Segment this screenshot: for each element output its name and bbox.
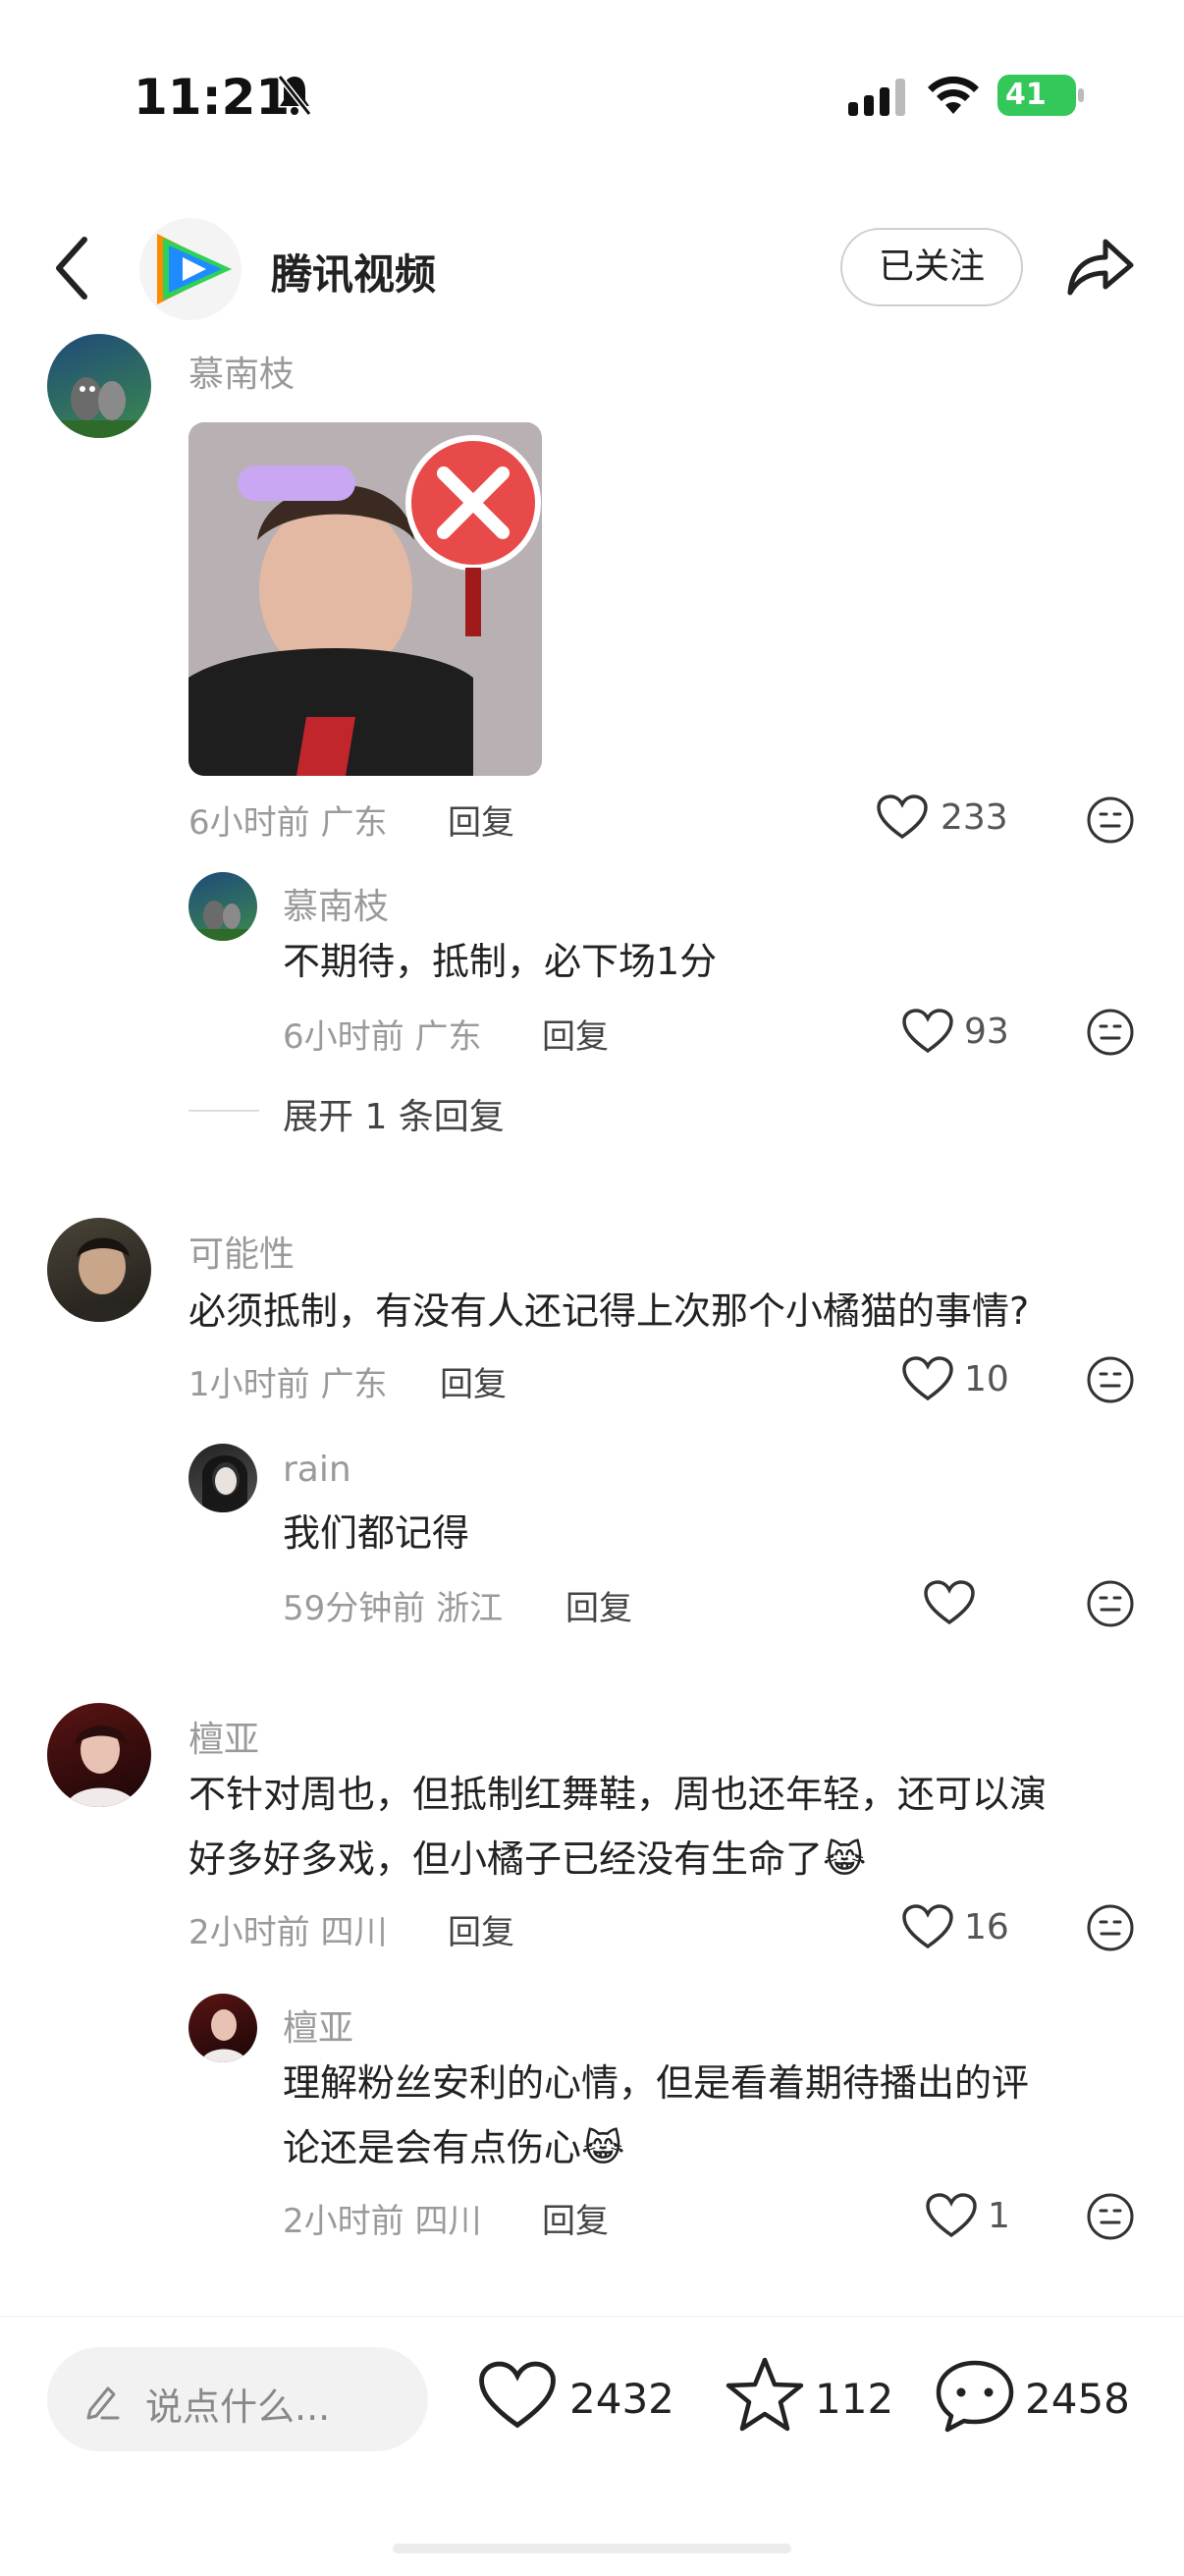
post-like-count: 2432 [569, 2375, 674, 2423]
emoji-reaction-icon[interactable] [1086, 1579, 1135, 1628]
totoro-avatar-icon [47, 377, 151, 438]
avatar[interactable] [188, 872, 257, 941]
reply-link[interactable]: 回复 [542, 2194, 609, 2242]
share-icon[interactable] [1062, 232, 1137, 301]
emoji-reaction-icon[interactable] [1086, 1355, 1135, 1404]
like-count: 93 [964, 1012, 1009, 1052]
heart-icon[interactable] [901, 1903, 954, 1950]
like-icon[interactable] [477, 2359, 558, 2432]
comment-input-placeholder[interactable]: 说点什么... [145, 2377, 330, 2431]
comment-meta: 2小时前 四川 [188, 1913, 388, 1952]
home-indicator[interactable] [393, 2544, 791, 2553]
follow-button[interactable]: 已关注 [840, 228, 1023, 306]
heart-icon[interactable] [876, 794, 929, 841]
emoji-reaction-icon[interactable] [1086, 2192, 1135, 2241]
reply-link[interactable]: 回复 [542, 1010, 609, 1058]
heart-icon[interactable] [901, 1355, 954, 1402]
comment-count: 2458 [1025, 2375, 1130, 2423]
reply-text-line2: 论还是会有点伤心😹 [283, 2126, 625, 2169]
portrait-avatar-icon [61, 1237, 143, 1322]
divider [188, 1110, 259, 1112]
wifi-icon [928, 76, 979, 114]
reply-text-line1: 理解粉丝安利的心情，但是看着期待播出的评 [283, 2061, 1030, 2105]
reply-author[interactable]: 檀亚 [283, 2000, 353, 2051]
heart-icon[interactable] [901, 1008, 954, 1055]
comment-text: 必须抵制，有没有人还记得上次那个小橘猫的事情? [188, 1289, 1030, 1333]
status-time: 11:21 [134, 69, 291, 126]
reply-meta: 2小时前 四川 [283, 2202, 482, 2241]
reply-link[interactable]: 回复 [565, 1581, 632, 1629]
totoro-avatar-icon [188, 901, 257, 941]
battery-cap [1078, 88, 1084, 102]
reply-text: 不期待，抵制，必下场1分 [283, 940, 718, 983]
avatar[interactable] [47, 1218, 151, 1322]
portrait-avatar-icon [202, 1455, 247, 1512]
meme-image-icon [188, 422, 542, 776]
star-icon[interactable] [725, 2355, 805, 2434]
reply-author[interactable]: 慕南枝 [283, 878, 389, 929]
reply-link[interactable]: 回复 [440, 1357, 507, 1405]
portrait-avatar-icon [200, 2009, 247, 2062]
back-arrow-icon[interactable] [53, 234, 92, 302]
heart-icon[interactable] [923, 1579, 976, 1626]
account-name[interactable]: 腾讯视频 [271, 242, 436, 301]
tencent-video-logo-icon [157, 234, 232, 304]
comment-meta: 6小时前 广东 [188, 803, 388, 843]
reply-meta: 6小时前 广东 [283, 1017, 482, 1057]
reply-meta: 59分钟前 浙江 [283, 1589, 504, 1628]
battery-level: 41 [1005, 78, 1047, 112]
heart-icon[interactable] [925, 2192, 978, 2239]
emoji-reaction-icon[interactable] [1086, 1903, 1135, 1952]
comment-meta: 1小时前 广东 [188, 1365, 388, 1404]
reply-text: 我们都记得 [283, 1511, 470, 1555]
comment-text-line2: 好多好多戏，但小橘子已经没有生命了😹 [188, 1837, 867, 1881]
reply-author[interactable]: rain [283, 1450, 351, 1490]
expand-replies-button[interactable]: 展开 1 条回复 [283, 1088, 505, 1139]
mute-bell-icon [277, 75, 312, 116]
reply-link[interactable]: 回复 [448, 1905, 514, 1953]
like-count: 233 [941, 797, 1008, 838]
comment-author[interactable]: 檀亚 [188, 1711, 259, 1762]
comment-text-line1: 不针对周也，但抵制红舞鞋，周也还年轻，还可以演 [188, 1773, 1048, 1816]
avatar[interactable] [188, 1994, 257, 2062]
like-count: 1 [988, 2196, 1010, 2236]
avatar[interactable] [47, 1703, 151, 1807]
cellular-signal-icon [848, 79, 905, 116]
emoji-reaction-icon[interactable] [1086, 1008, 1135, 1057]
comment-author[interactable]: 慕南枝 [188, 346, 295, 397]
battery-icon: 41 [997, 75, 1076, 116]
favorite-count: 112 [815, 2375, 894, 2423]
comment-author[interactable]: 可能性 [188, 1226, 295, 1277]
like-count: 10 [964, 1359, 1009, 1399]
avatar[interactable] [188, 1444, 257, 1512]
reply-link[interactable]: 回复 [448, 795, 514, 844]
tencent-video-avatar[interactable] [139, 218, 242, 320]
avatar[interactable] [47, 334, 151, 438]
pencil-icon [86, 2386, 120, 2420]
emoji-reaction-icon[interactable] [1086, 795, 1135, 845]
comment-bubble-icon[interactable] [935, 2359, 1015, 2434]
like-count: 16 [964, 1907, 1009, 1947]
portrait-avatar-icon [65, 1726, 137, 1807]
comment-image[interactable] [188, 422, 542, 776]
